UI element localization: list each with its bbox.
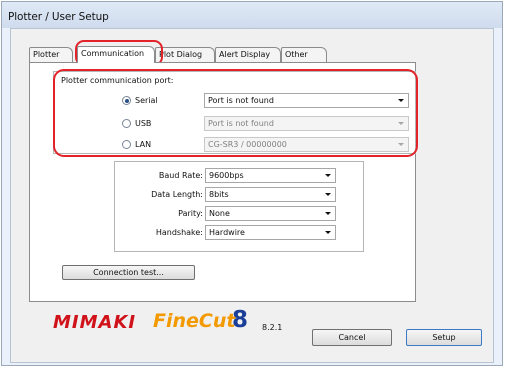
tab-label: Plot Dialog	[159, 50, 203, 59]
chevron-down-icon	[325, 193, 331, 196]
tab-other[interactable]: Other	[281, 47, 327, 62]
finecut-number: 8	[232, 307, 249, 333]
select-value: Hardwire	[209, 228, 245, 237]
select-value: 9600bps	[209, 171, 244, 180]
tab-alert-display[interactable]: Alert Display	[215, 47, 281, 62]
parity-label: Parity:	[178, 209, 203, 218]
window-title: Plotter / User Setup	[8, 11, 109, 23]
select-value: None	[209, 209, 230, 218]
mimaki-logo: MIMAKI	[53, 312, 137, 333]
data-length-select[interactable]: 8bits	[205, 187, 336, 202]
tab-label: Communication	[81, 49, 145, 58]
handshake-select[interactable]: Hardwire	[205, 225, 336, 240]
select-value: 8bits	[209, 190, 229, 199]
title-bar: Plotter / User Setup	[2, 2, 502, 28]
baud-rate-select[interactable]: 9600bps	[205, 168, 336, 183]
chevron-down-icon	[325, 231, 331, 234]
connection-test-button[interactable]: Connection test...	[62, 265, 195, 280]
tab-plot-dialog[interactable]: Plot Dialog	[155, 47, 215, 62]
parity-select[interactable]: None	[205, 206, 336, 221]
tab-label: Other	[285, 50, 308, 59]
version-text: 8.2.1	[262, 323, 283, 332]
tab-plotter[interactable]: Plotter	[29, 47, 73, 62]
tab-label: Alert Display	[219, 50, 271, 59]
data-length-label: Data Length:	[151, 190, 203, 199]
port-highlight-marker	[53, 69, 418, 157]
cancel-button[interactable]: Cancel	[312, 329, 392, 346]
handshake-label: Handshake:	[155, 228, 203, 237]
chevron-down-icon	[325, 212, 331, 215]
finecut-logo: FineCut	[153, 310, 236, 332]
chevron-down-icon	[325, 174, 331, 177]
tab-communication[interactable]: Communication	[77, 46, 155, 63]
baud-rate-label: Baud Rate:	[158, 171, 203, 180]
tab-label: Plotter	[33, 50, 60, 59]
setup-button[interactable]: Setup	[406, 329, 482, 346]
